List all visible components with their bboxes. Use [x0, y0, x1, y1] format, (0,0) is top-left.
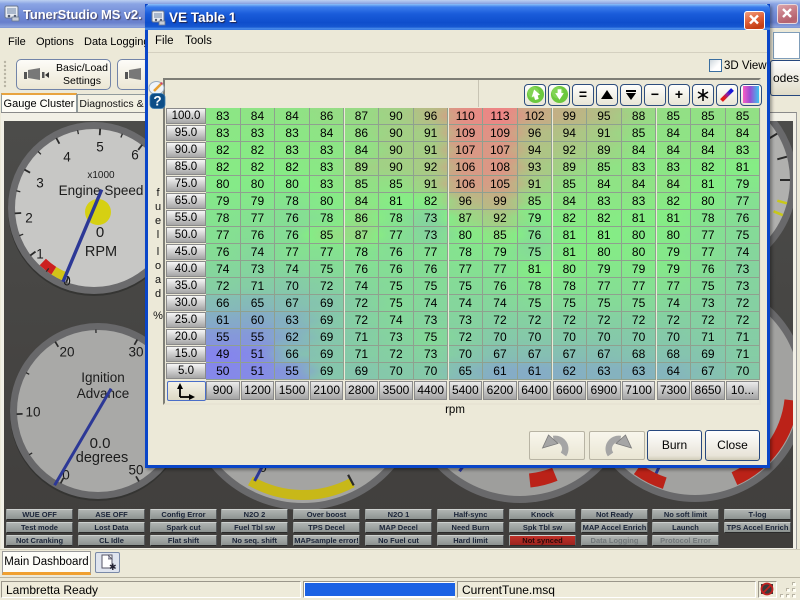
svg-text:RPM: RPM — [85, 244, 117, 260]
svg-text:degrees: degrees — [76, 450, 128, 466]
svg-text:4: 4 — [63, 150, 71, 165]
svg-text:30: 30 — [128, 345, 143, 360]
svg-text:50: 50 — [128, 463, 143, 478]
svg-text:5: 5 — [96, 140, 104, 155]
svg-text:?: ? — [153, 94, 161, 109]
svg-text:✱: ✱ — [109, 562, 117, 572]
svg-text:2: 2 — [25, 211, 33, 226]
svg-text:3: 3 — [36, 176, 44, 191]
svg-text:6: 6 — [131, 148, 139, 163]
svg-text:Ignition: Ignition — [81, 370, 125, 385]
svg-text:Advance: Advance — [77, 386, 130, 401]
svg-text:10: 10 — [25, 405, 40, 420]
svg-text:20: 20 — [59, 345, 74, 360]
svg-text:0: 0 — [96, 224, 104, 241]
svg-text:1: 1 — [36, 247, 44, 262]
svg-text:x1000: x1000 — [87, 170, 115, 181]
